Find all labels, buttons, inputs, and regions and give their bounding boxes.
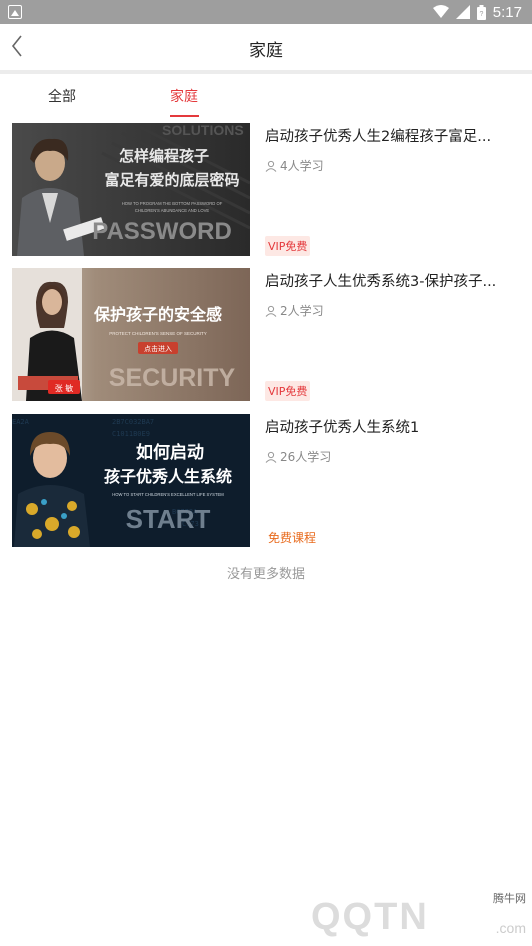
course-thumbnail: 保护孩子的安全感 PROTECT CHILDREN'S SENSE OF SEC… [12,268,250,401]
course-item[interactable]: SOLUTIONS 怎样编程孩子 富足有爱的底层密码 HOW TO PROGRA… [12,123,522,256]
svg-text:2B7C032BA7: 2B7C032BA7 [112,418,154,426]
svg-text:START: START [126,504,211,534]
watermark-suffix: .com [495,920,526,936]
free-course-badge: 免费课程 [265,527,320,548]
svg-text:保护孩子的安全感: 保护孩子的安全感 [93,305,222,324]
tab-all[interactable]: 全部 [48,86,76,106]
svg-text:CHILDREN'S ABUNDANCE AND LOVE: CHILDREN'S ABUNDANCE AND LOVE [135,208,210,213]
tab-family[interactable]: 家庭 [170,86,198,106]
watermark-logo: QQTN [311,896,429,938]
learner-count: 2人学习 [265,302,324,319]
battery-icon: ? [476,4,486,20]
page-title: 家庭 [249,41,283,61]
no-more-data-text: 没有更多数据 [226,567,305,582]
category-tabs: 全部 家庭 [0,74,532,120]
svg-text:富足有爱的底层密码: 富足有爱的底层密码 [104,171,239,189]
svg-text:PASSWORD: PASSWORD [92,218,232,245]
svg-text:点击进入: 点击进入 [144,344,172,353]
svg-text:C1011B0E9: C1011B0E9 [112,430,150,438]
course-thumbnail: 2B7C032BA7 C1011B0E9 BC773A C773 EA2A 如何… [12,414,250,547]
watermark-site-name: 腾牛网 [493,892,526,905]
wifi-icon [432,5,449,18]
svg-text:?: ? [479,11,483,18]
learner-count: 26人学习 [265,448,331,465]
user-icon [265,160,277,172]
app-header: 家庭 [0,24,532,70]
svg-text:HOW TO START CHILDREN'S EXCELL: HOW TO START CHILDREN'S EXCELLENT LIFE S… [112,492,224,497]
svg-text:怎样编程孩子: 怎样编程孩子 [119,147,209,165]
svg-text:PROTECT CHILDREN'S SENSE OF SE: PROTECT CHILDREN'S SENSE OF SECURITY [109,331,207,336]
svg-text:张 敏: 张 敏 [55,383,74,393]
site-watermark: 腾牛网 QQTN .com [311,890,526,940]
course-item[interactable]: 2B7C032BA7 C1011B0E9 BC773A C773 EA2A 如何… [12,414,522,548]
learner-count: 4人学习 [265,157,324,174]
status-bar: ? 5:17 [0,0,532,24]
svg-text:HOW TO PROGRAM THE BOTTOM PASS: HOW TO PROGRAM THE BOTTOM PASSWORD OF [122,201,223,206]
svg-text:孩子优秀人生系统: 孩子优秀人生系统 [104,467,232,486]
vip-free-badge: VIP免费 [265,236,311,256]
user-icon [265,305,277,317]
svg-text:SECURITY: SECURITY [109,364,236,392]
vip-free-badge: VIP免费 [265,381,311,401]
course-title: 启动孩子优秀人生系统1 [265,420,420,436]
course-thumbnail: SOLUTIONS 怎样编程孩子 富足有爱的底层密码 HOW TO PROGRA… [12,123,250,256]
app-notification-icon [8,5,22,19]
clock: 5:17 [492,3,522,21]
svg-text:SOLUTIONS: SOLUTIONS [162,123,244,138]
user-icon [265,451,277,463]
course-title: 启动孩子人生优秀系统3-保护孩子... [265,274,497,290]
svg-text:EA2A: EA2A [12,418,30,426]
active-tab-indicator [170,115,199,117]
course-item[interactable]: 保护孩子的安全感 PROTECT CHILDREN'S SENSE OF SEC… [12,268,522,401]
course-title: 启动孩子优秀人生2编程孩子富足... [265,129,492,145]
svg-text:如何启动: 如何启动 [136,442,204,463]
signal-icon [455,5,470,19]
